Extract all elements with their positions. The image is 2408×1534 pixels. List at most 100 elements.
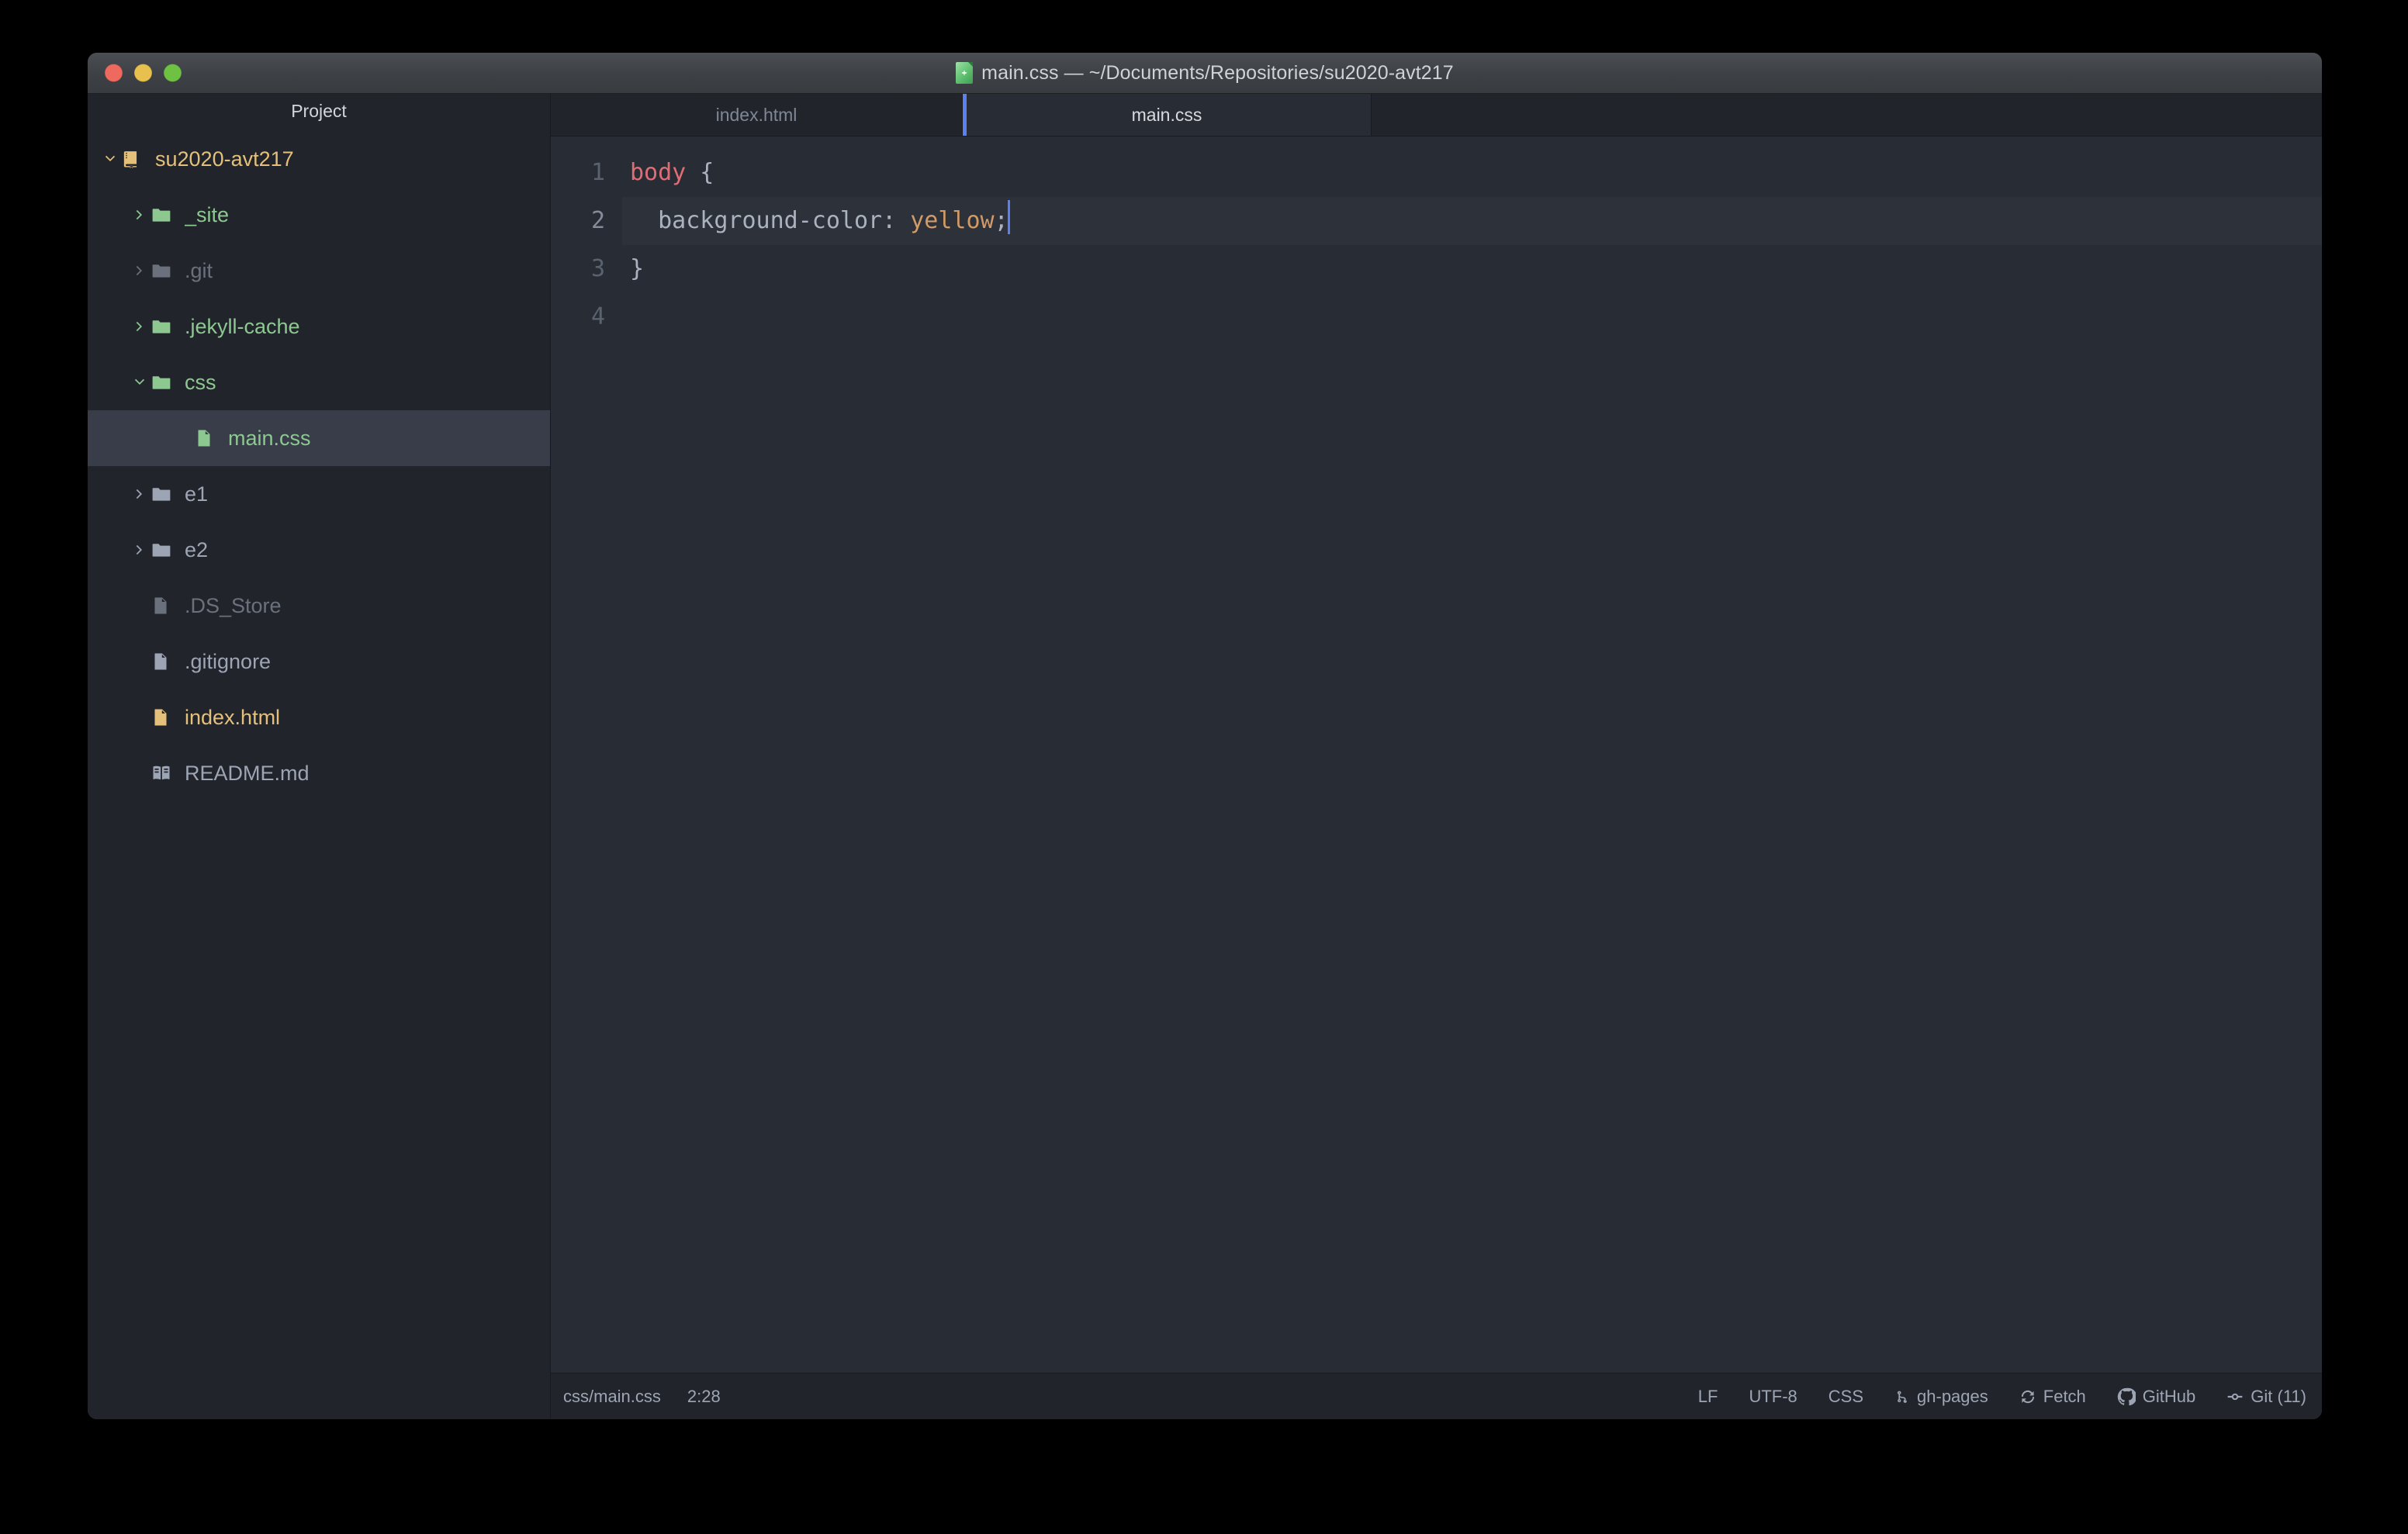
text-cursor xyxy=(1007,200,1010,234)
code-token-value: yellow xyxy=(910,207,995,234)
git-branch-icon xyxy=(1894,1388,1910,1405)
status-github[interactable]: GitHub xyxy=(2117,1387,2195,1407)
tree-item-gitignore[interactable]: .gitignore xyxy=(88,634,550,689)
chevron-right-icon[interactable] xyxy=(128,264,151,278)
code-token-punctuation: { xyxy=(686,159,714,186)
github-icon xyxy=(2117,1387,2136,1406)
tree-item-git[interactable]: .git xyxy=(88,243,550,299)
code-token-punctuation: } xyxy=(630,255,645,282)
status-line-ending[interactable]: LF xyxy=(1698,1387,1718,1407)
traffic-lights xyxy=(105,64,182,82)
sync-icon xyxy=(2019,1388,2036,1405)
chevron-right-icon[interactable] xyxy=(128,320,151,333)
tree-item-e1[interactable]: e1 xyxy=(88,466,550,522)
line-number-gutter: 1 2 3 4 xyxy=(551,136,622,1373)
book-icon xyxy=(151,764,178,783)
status-grammar[interactable]: CSS xyxy=(1828,1387,1863,1407)
folder-icon xyxy=(151,484,178,504)
tree-item-label: .jekyll-cache xyxy=(185,314,300,338)
status-label: GitHub xyxy=(2142,1386,2196,1406)
folder-icon xyxy=(151,261,178,281)
status-git-branch[interactable]: gh-pages xyxy=(1894,1387,1988,1407)
tab-main-css[interactable]: main.css xyxy=(963,94,1372,136)
tree-item-label: _site xyxy=(185,202,230,226)
atom-document-icon xyxy=(956,62,974,84)
status-label: CSS xyxy=(1828,1386,1864,1406)
tree-item-su2020-avt217[interactable]: su2020-avt217 xyxy=(88,131,550,187)
code-token-selector: body xyxy=(630,159,687,186)
tree-item-label: README.md xyxy=(185,761,310,785)
editor-pane: index.html main.css 1 2 3 4 body { backgrou… xyxy=(551,94,2322,1419)
workspace: Project su2020-avt217 _site .git .jekyll-ca… xyxy=(88,94,2322,1419)
code-token-property: background-color xyxy=(630,207,883,234)
window-title-bar: main.css — ~/Documents/Repositories/su20… xyxy=(88,53,2322,94)
status-git-fetch[interactable]: Fetch xyxy=(2019,1387,2086,1407)
chevron-right-icon[interactable] xyxy=(128,543,151,557)
tree-item-jekyll-cache[interactable]: .jekyll-cache xyxy=(88,299,550,354)
tab-label: index.html xyxy=(715,104,797,125)
code-token-punctuation: ; xyxy=(994,207,1009,234)
tree-item-label: main.css xyxy=(228,426,311,450)
status-label: LF xyxy=(1697,1386,1718,1406)
repo-icon xyxy=(122,149,148,169)
file-text-icon xyxy=(151,707,178,727)
code-text-area[interactable]: body { background-color: yellow;} xyxy=(622,136,2322,1373)
tab-index-html[interactable]: index.html xyxy=(551,94,963,136)
git-commit-icon xyxy=(2226,1388,2244,1405)
tree-item-label: e2 xyxy=(185,537,209,561)
window-title: main.css — ~/Documents/Repositories/su20… xyxy=(956,62,1454,85)
project-file-tree: su2020-avt217 _site .git .jekyll-cache css ma… xyxy=(88,128,550,1419)
tab-bar-empty-space xyxy=(1372,94,2322,136)
code-line[interactable] xyxy=(622,293,2322,341)
folder-icon xyxy=(151,372,178,392)
tree-item-label: .git xyxy=(185,258,213,282)
tree-item-label: css xyxy=(185,370,216,394)
chevron-right-icon[interactable] xyxy=(128,208,151,222)
tree-item-index-html[interactable]: index.html xyxy=(88,689,550,745)
code-token-punctuation: : xyxy=(882,207,911,234)
status-bar: css/main.css 2:28 LF UTF-8 CSS gh-pages Fetch… xyxy=(551,1373,2322,1419)
chevron-right-icon[interactable] xyxy=(128,487,151,501)
tab-bar: index.html main.css xyxy=(551,94,2322,136)
tree-item-site[interactable]: _site xyxy=(88,187,550,243)
line-number: 4 xyxy=(590,303,605,330)
window-title-text: main.css — ~/Documents/Repositories/su20… xyxy=(981,61,1454,84)
status-label: gh-pages xyxy=(1917,1386,1988,1406)
tree-item-css[interactable]: css xyxy=(88,354,550,410)
tree-item-label: index.html xyxy=(185,705,281,729)
code-line[interactable]: } xyxy=(622,245,2322,293)
tree-item-readme-md[interactable]: README.md xyxy=(88,745,550,801)
folder-icon xyxy=(151,316,178,337)
tree-item-ds-store[interactable]: .DS_Store xyxy=(88,578,550,634)
tree-item-label: su2020-avt217 xyxy=(155,147,294,171)
status-bar-right: LF UTF-8 CSS gh-pages Fetch GitHub Git (11) xyxy=(1667,1387,2306,1407)
status-encoding[interactable]: UTF-8 xyxy=(1749,1387,1797,1407)
line-number: 2 xyxy=(590,207,605,234)
folder-icon xyxy=(151,540,178,560)
tree-item-main-css[interactable]: main.css xyxy=(88,410,550,466)
code-editor[interactable]: 1 2 3 4 body { background-color: yellow;} xyxy=(551,136,2322,1373)
chevron-down-icon[interactable] xyxy=(99,152,122,166)
status-git-changes[interactable]: Git (11) xyxy=(2226,1387,2306,1407)
project-panel-title: Project xyxy=(291,101,347,121)
status-label: Fetch xyxy=(2043,1386,2086,1406)
code-line[interactable]: background-color: yellow; xyxy=(622,197,2322,245)
line-number: 1 xyxy=(590,159,605,186)
status-file-path[interactable]: css/main.css xyxy=(563,1387,661,1407)
tab-label: main.css xyxy=(1131,104,1202,125)
zoom-window-button[interactable] xyxy=(164,64,182,82)
file-text-icon xyxy=(195,428,221,448)
status-cursor-position[interactable]: 2:28 xyxy=(687,1387,721,1407)
file-text-icon xyxy=(151,651,178,672)
close-window-button[interactable] xyxy=(105,64,123,82)
tree-item-e2[interactable]: e2 xyxy=(88,522,550,578)
folder-icon xyxy=(151,205,178,225)
chevron-down-icon[interactable] xyxy=(128,375,151,389)
status-label: Git (11) xyxy=(2251,1386,2306,1406)
status-label: UTF-8 xyxy=(1749,1386,1797,1406)
line-number: 3 xyxy=(590,255,605,282)
project-tree-panel: Project su2020-avt217 _site .git .jekyll-ca… xyxy=(88,94,551,1419)
code-line[interactable]: body { xyxy=(622,149,2322,197)
tree-item-label: e1 xyxy=(185,482,209,506)
minimize-window-button[interactable] xyxy=(134,64,152,82)
